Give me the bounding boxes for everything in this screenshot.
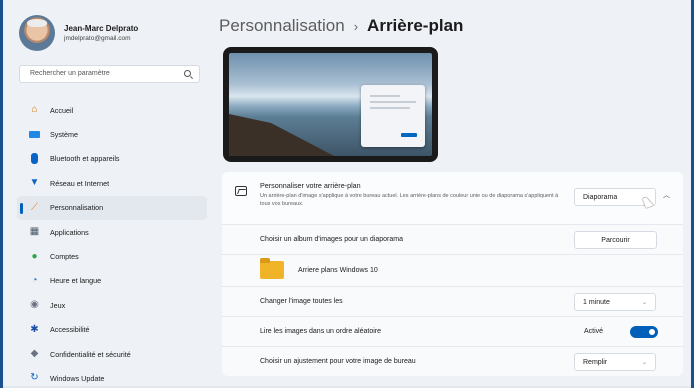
globe-clock-icon: ◔ (31, 274, 38, 286)
sidebar-item-label: Système (50, 130, 78, 140)
fit-row: Choisir un ajustement pour votre image d… (222, 346, 683, 376)
sidebar-item-windows-update[interactable]: ↻ Windows Update (17, 366, 207, 388)
sidebar-item-systeme[interactable]: Système (17, 122, 207, 146)
background-type-row[interactable]: Personnaliser votre arrière-plan Un arri… (222, 172, 683, 224)
shuffle-label: Lire les images dans un ordre aléatoire (260, 328, 382, 335)
accessibility-icon: ✱ (30, 323, 39, 335)
sidebar-item-label: Bluetooth et appareils (50, 154, 120, 164)
shield-icon: ◆ (30, 348, 39, 360)
album-label: Choisir un album d'images pour un diapor… (260, 236, 403, 243)
profile-text: Jean-Marc Delprato jmdelprato@gmail.com (64, 24, 138, 42)
sidebar-item-label: Confidentialité et sécurité (50, 349, 131, 359)
avatar (19, 15, 55, 51)
chevron-down-icon: ⌄ (641, 360, 647, 366)
sidebar-item-personnalisation[interactable]: ⟋ Personnalisation (17, 195, 207, 220)
shuffle-toggle[interactable] (630, 326, 658, 338)
chevron-right-icon: › (353, 19, 359, 34)
sidebar-item-heure[interactable]: ◔ Heure et langue (17, 269, 207, 293)
interval-label: Changer l'image toutes les (260, 298, 343, 305)
browse-button[interactable]: Parcourir (574, 231, 657, 249)
shuffle-state: Activé (584, 328, 604, 335)
folder-name: Arriere plans Windows 10 (298, 267, 378, 274)
sidebar-item-label: Comptes (50, 252, 79, 262)
sidebar-item-label: Personnalisation (50, 203, 104, 213)
user-profile[interactable]: Jean-Marc Delprato jmdelprato@gmail.com (19, 15, 138, 51)
update-icon: ↻ (30, 372, 39, 384)
interval-select[interactable]: 1 minute ⌄ (574, 293, 656, 311)
sidebar-item-label: Réseau et Internet (50, 178, 110, 188)
gamepad-icon: ◉ (30, 299, 39, 311)
sidebar-item-bluetooth[interactable]: Bluetooth et appareils (17, 147, 207, 171)
monitor-icon (29, 129, 40, 140)
person-icon: ● (31, 250, 38, 262)
background-preview (223, 47, 438, 162)
page-title: Personnalisation › Arrière-plan (219, 16, 463, 36)
preview-line (370, 95, 400, 97)
sidebar-nav: ⌂ Accueil Système Bluetooth et appareils… (17, 98, 207, 388)
folder-icon (260, 258, 284, 279)
sidebar-item-label: Accueil (50, 105, 74, 115)
sidebar-item-label: Accessibilité (50, 325, 90, 335)
search-icon (184, 70, 191, 77)
interval-value: 1 minute (583, 299, 610, 306)
wifi-icon: ▼ (29, 177, 40, 189)
preview-image (229, 53, 432, 156)
chevron-up-icon[interactable]: ︿ (663, 190, 670, 200)
preview-window (361, 85, 425, 147)
fit-value: Remplir (583, 359, 608, 366)
interval-row: Changer l'image toutes les 1 minute ⌄ (222, 286, 683, 316)
preview-rock (229, 114, 334, 156)
search-placeholder: Rechercher un paramètre (30, 70, 110, 77)
background-description: Un arrière-plan d'image s'applique à vot… (260, 193, 559, 207)
chevron-down-icon: ⌄ (641, 300, 647, 306)
search-input[interactable]: Rechercher un paramètre (19, 65, 200, 83)
sidebar-item-label: Windows Update (50, 373, 105, 383)
sidebar-item-label: Applications (50, 227, 89, 237)
sidebar-item-applications[interactable]: ▦ Applications (17, 220, 207, 244)
fit-label: Choisir un ajustement pour votre image d… (260, 358, 416, 365)
fit-select[interactable]: Remplir ⌄ (574, 353, 656, 371)
apps-icon: ▦ (29, 226, 40, 238)
breadcrumb-current: Arrière-plan (367, 16, 464, 35)
preview-button (401, 133, 417, 137)
background-title: Personnaliser votre arrière-plan (260, 181, 361, 190)
paintbrush-icon: ⟋ (31, 201, 38, 213)
sidebar-item-confidentialite[interactable]: ◆ Confidentialité et sécurité (17, 342, 207, 366)
folder-row[interactable]: Arriere plans Windows 10 (222, 254, 683, 286)
sidebar-item-label: Jeux (50, 300, 66, 310)
image-icon (235, 186, 247, 196)
settings-window: Jean-Marc Delprato jmdelprato@gmail.com … (3, 0, 691, 388)
sidebar-item-reseau[interactable]: ▼ Réseau et Internet (17, 171, 207, 195)
sidebar-item-accessibilite[interactable]: ✱ Accessibilité (17, 318, 207, 342)
album-row: Choisir un album d'images pour un diapor… (222, 224, 683, 254)
shuffle-row: Lire les images dans un ordre aléatoire … (222, 316, 683, 346)
bluetooth-icon (29, 153, 40, 165)
home-icon: ⌂ (31, 104, 38, 116)
background-type-value: Diaporama (583, 194, 618, 201)
user-name: Jean-Marc Delprato (64, 24, 139, 33)
sidebar-item-comptes[interactable]: ● Comptes (17, 244, 207, 268)
sidebar-item-label: Heure et langue (50, 276, 102, 286)
preview-line (370, 107, 410, 109)
breadcrumb-parent[interactable]: Personnalisation (219, 16, 345, 35)
user-email: jmdelprato@gmail.com (64, 35, 131, 42)
background-settings-panel: Personnaliser votre arrière-plan Un arri… (222, 172, 683, 376)
preview-line (370, 101, 416, 103)
sidebar-item-accueil[interactable]: ⌂ Accueil (17, 98, 207, 122)
sidebar-item-jeux[interactable]: ◉ Jeux (17, 293, 207, 317)
